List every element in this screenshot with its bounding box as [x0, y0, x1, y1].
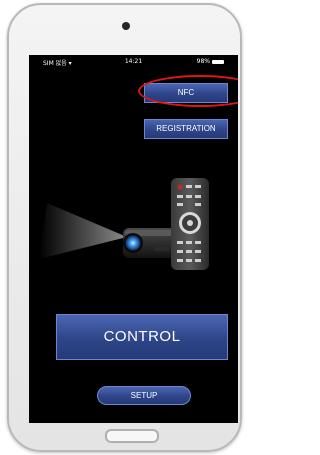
battery-icon: [212, 59, 224, 64]
status-bar: SIM 없음 ▾ 14:21 98%: [29, 55, 238, 69]
control-button[interactable]: CONTROL: [56, 314, 228, 360]
battery-status: 98%: [197, 58, 224, 65]
camera-dot: [122, 22, 130, 30]
projector-remote-illustration: [39, 178, 209, 270]
registration-button[interactable]: REGISTRATION: [144, 119, 228, 139]
home-button[interactable]: [105, 429, 159, 443]
phone-frame: SIM 없음 ▾ 14:21 98% NFC REGISTRATION CONT…: [7, 3, 242, 452]
app-screen: SIM 없음 ▾ 14:21 98% NFC REGISTRATION CONT…: [29, 55, 238, 423]
setup-button[interactable]: SETUP: [97, 386, 191, 405]
remote-control-icon: [171, 178, 209, 270]
battery-percent: 98%: [196, 58, 210, 65]
projector-icon: [39, 203, 175, 259]
